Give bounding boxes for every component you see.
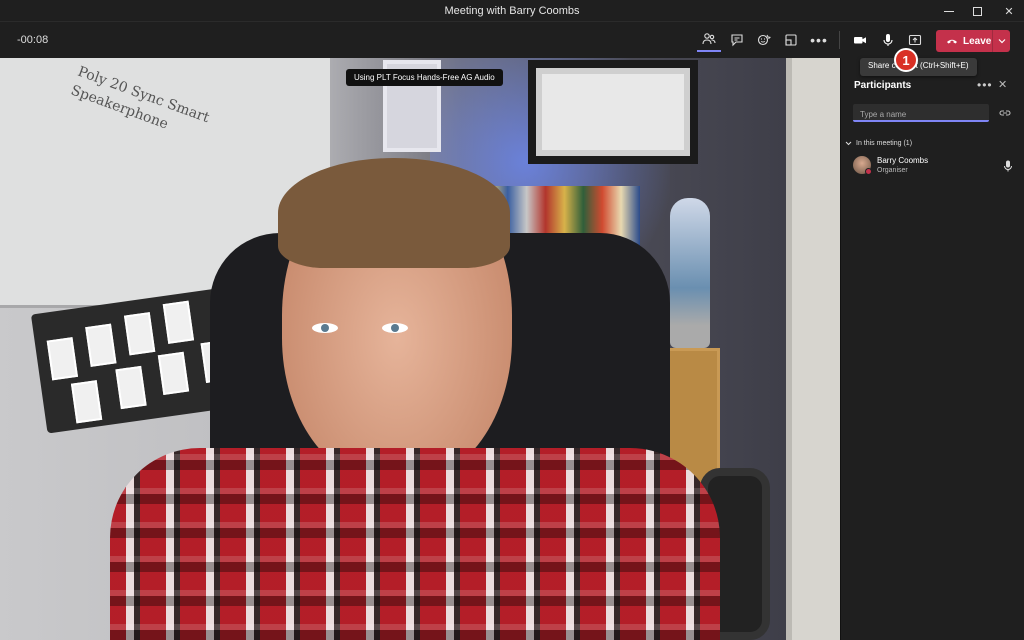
participant-row[interactable]: Barry Coombs Organiser	[853, 156, 1017, 178]
participant-mic-status	[1003, 159, 1015, 173]
chevron-down-icon	[845, 141, 852, 146]
participant-name: Barry Coombs	[877, 156, 929, 165]
polaroid-photo	[123, 312, 156, 356]
participants-panel: Participants ••• ✕ In this meeting (1) B…	[840, 58, 1024, 640]
title-bar: Meeting with Barry Coombs ✕	[0, 0, 1024, 22]
participants-button[interactable]	[697, 28, 721, 52]
chat-button[interactable]	[725, 28, 749, 52]
person-eye	[312, 323, 338, 333]
person-eye	[382, 323, 408, 333]
leave-label: Leave	[963, 35, 992, 47]
in-meeting-section[interactable]: In this meeting (1)	[845, 140, 912, 147]
person-hair	[278, 158, 510, 268]
participant-role: Organiser	[877, 167, 908, 174]
window-title: Meeting with Barry Coombs	[444, 5, 580, 17]
more-icon: •••	[977, 78, 993, 92]
minimize-icon	[944, 10, 954, 12]
leave-button[interactable]: Leave	[936, 30, 1010, 52]
polaroid-photo	[70, 380, 103, 424]
presence-indicator	[865, 168, 872, 175]
share-tooltip: Share content (Ctrl+Shift+E)	[860, 58, 977, 76]
microphone-icon	[1004, 160, 1012, 172]
rooms-icon	[785, 34, 797, 46]
share-icon	[908, 34, 922, 46]
minimize-button[interactable]	[934, 0, 964, 22]
chat-icon	[731, 34, 743, 47]
door	[786, 58, 840, 640]
close-icon: ✕	[1004, 5, 1014, 18]
microphone-button[interactable]	[876, 28, 900, 52]
link-icon	[999, 110, 1011, 116]
people-icon	[702, 33, 716, 45]
section-label: In this meeting (1)	[856, 140, 913, 147]
close-window-button[interactable]: ✕	[994, 0, 1024, 22]
close-icon: ✕	[998, 79, 1008, 91]
more-actions-button[interactable]: •••	[807, 28, 831, 52]
maximize-button[interactable]	[962, 0, 992, 22]
lava-lamp	[670, 198, 710, 348]
camera-icon	[854, 37, 866, 44]
meeting-timer: -00:08	[17, 34, 49, 46]
whiteboard-text: Poly 20 Sync Smart Speakerphone	[68, 63, 212, 133]
hang-up-icon	[947, 39, 957, 44]
teams-meeting-window: Meeting with Barry Coombs ✕ -00:08 ••• L…	[0, 0, 1024, 640]
polaroid-photo	[115, 365, 147, 410]
more-icon: •••	[810, 32, 828, 48]
audio-device-label: Using PLT Focus Hands-Free AG Audio	[346, 69, 503, 86]
panel-close-button[interactable]: ✕	[998, 78, 1007, 91]
camera-button[interactable]	[848, 28, 872, 52]
panel-title: Participants	[854, 80, 912, 91]
polaroid-photo	[162, 300, 195, 344]
maximize-icon	[972, 6, 982, 16]
polaroid-photo	[85, 323, 117, 367]
leave-options-button[interactable]	[993, 30, 1010, 52]
microphone-icon	[883, 34, 893, 46]
polaroid-photo	[157, 351, 190, 396]
leave-main[interactable]: Leave	[936, 30, 992, 52]
toolbar-divider	[839, 31, 840, 49]
chevron-down-icon	[998, 39, 1005, 44]
share-invite-button[interactable]	[998, 106, 1012, 120]
breakout-rooms-button[interactable]	[779, 28, 803, 52]
picture-frame	[528, 60, 698, 164]
step-number-badge: 1	[894, 48, 918, 72]
plaid-shirt	[110, 448, 720, 640]
polaroid-photo	[46, 337, 79, 381]
reactions-button[interactable]	[752, 28, 776, 52]
reactions-icon	[757, 34, 771, 46]
panel-more-button[interactable]: •••	[977, 78, 993, 92]
participant-video: Poly 20 Sync Smart Speakerphone Using PL…	[0, 58, 840, 640]
meeting-toolbar: -00:08 ••• Leave	[0, 22, 1024, 58]
participant-search[interactable]	[853, 104, 989, 123]
search-input[interactable]	[853, 106, 989, 123]
